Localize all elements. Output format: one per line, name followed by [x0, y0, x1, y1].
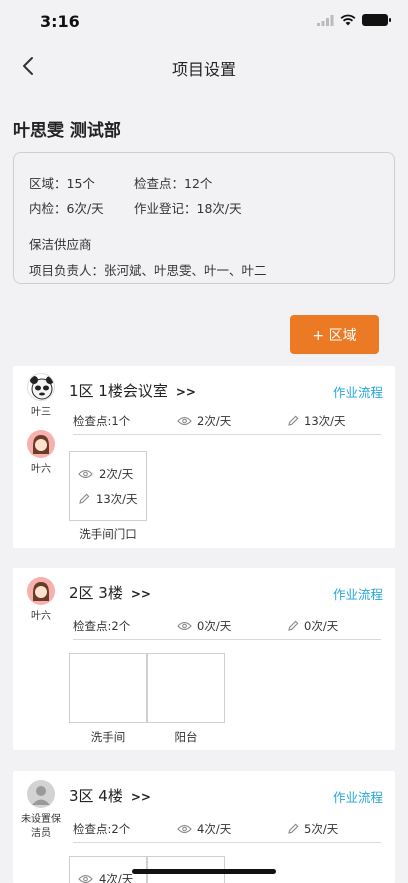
- checkpoint-views: 4次/天: [78, 871, 133, 883]
- zone-name: 2区 3楼: [69, 584, 123, 602]
- view-stat: 0次/天: [177, 618, 231, 634]
- zone-count: 区域：15个: [29, 176, 95, 191]
- checkpoint-name: 阳台: [174, 730, 198, 744]
- pencil-icon: [288, 620, 299, 631]
- zone-arrow: >>: [175, 385, 196, 399]
- checkpoint-tile[interactable]: [69, 653, 147, 723]
- zone-name: 3区 4楼: [69, 787, 123, 805]
- zone-title[interactable]: 3区 4楼 >>: [69, 785, 151, 806]
- eye-icon: [78, 469, 93, 479]
- avatar[interactable]: [27, 577, 55, 605]
- avatar[interactable]: [27, 780, 55, 808]
- view-stat: 4次/天: [177, 821, 231, 837]
- staff-name: 叶六: [31, 611, 51, 622]
- checkpoint-count: 检查点：12个: [134, 176, 213, 191]
- checkpoint-tile[interactable]: 2次/天 13次/天: [69, 451, 147, 521]
- eye-icon: [177, 824, 192, 834]
- project-info-panel: 区域：15个 检查点：12个 内检：6次/天 作业登记：18次/天 保洁供应商 …: [13, 152, 395, 284]
- page-title: 项目设置: [171, 60, 236, 79]
- zone-stats: 检查点:1个 2次/天 13次/天: [73, 413, 381, 435]
- work-registration-frequency: 作业登记：18次/天: [134, 201, 242, 216]
- checkpoint-stat: 检查点:1个: [73, 414, 131, 428]
- staff-name: 叶六: [31, 464, 51, 475]
- panda-avatar-icon: [30, 376, 54, 400]
- view-frequency: 4次/天: [197, 822, 232, 836]
- zone-stats: 检查点:2个 4次/天 5次/天: [73, 821, 381, 843]
- checkpoint-view-frequency: 2次/天: [99, 467, 134, 481]
- inspection-frequency: 内检：6次/天: [29, 201, 104, 216]
- status-time: 3:16: [40, 12, 80, 31]
- checkpoint-view-frequency: 4次/天: [99, 872, 134, 883]
- edit-frequency: 5次/天: [304, 822, 339, 836]
- home-indicator[interactable]: [132, 869, 276, 874]
- eye-icon: [78, 874, 93, 883]
- edit-frequency: 0次/天: [304, 619, 339, 633]
- edit-stat: 5次/天: [287, 821, 338, 837]
- checkpoint-stat: 检查点:2个: [73, 619, 131, 633]
- zone-stats: 检查点:2个 0次/天 0次/天: [73, 618, 381, 640]
- workflow-link[interactable]: 作业流程: [333, 382, 383, 401]
- zone-title[interactable]: 1区 1楼会议室 >>: [69, 380, 196, 401]
- view-frequency: 0次/天: [197, 619, 232, 633]
- checkpoint-edits: 13次/天: [78, 491, 138, 507]
- default-user-icon: [27, 780, 55, 808]
- staff-name: 叶三: [31, 407, 51, 418]
- pencil-icon: [79, 493, 90, 504]
- project-managers: 项目负责人：张河斌、叶思雯、叶一、叶二: [29, 263, 267, 278]
- girl-avatar-icon: [27, 430, 55, 458]
- zone-arrow: >>: [130, 790, 151, 804]
- status-icons: [317, 14, 391, 26]
- zone-card[interactable]: 叶六 2区 3楼 >> 作业流程 检查点:2个 0次/天 0次/天 洗手间 阳台: [13, 568, 395, 750]
- edit-frequency: 13次/天: [304, 414, 346, 428]
- pencil-icon: [288, 823, 299, 834]
- edit-stat: 13次/天: [287, 413, 346, 429]
- nav-bar: 项目设置: [0, 44, 408, 88]
- staff-name: 洁员: [31, 828, 51, 839]
- zone-card[interactable]: 叶三 叶六 1区 1楼会议室 >> 作业流程 检查点:1个 2次/天 13次/天 …: [13, 366, 395, 548]
- workflow-link[interactable]: 作业流程: [333, 787, 383, 806]
- view-frequency: 2次/天: [197, 414, 232, 428]
- battery-icon: [362, 14, 391, 26]
- zone-name: 1区 1楼会议室: [69, 382, 168, 400]
- project-title: 叶思雯 测试部: [13, 121, 121, 141]
- wifi-icon: [340, 14, 356, 26]
- view-stat: 2次/天: [177, 413, 231, 429]
- avatar[interactable]: [27, 430, 55, 458]
- pencil-icon: [288, 415, 299, 426]
- checkpoint-stat: 检查点:2个: [73, 822, 131, 836]
- checkpoint-tile[interactable]: [147, 653, 225, 723]
- cleaning-supplier: 保洁供应商: [29, 237, 92, 252]
- checkpoint-name: 洗手间: [90, 730, 126, 744]
- zone-title[interactable]: 2区 3楼 >>: [69, 582, 151, 603]
- checkpoint-edit-frequency: 13次/天: [96, 492, 138, 506]
- zone-arrow: >>: [130, 587, 151, 601]
- checkpoint-name: 洗手间门口: [79, 527, 137, 541]
- girl-avatar-icon: [27, 577, 55, 605]
- zone-card[interactable]: 未设置保 洁员 3区 4楼 >> 作业流程 检查点:2个 4次/天 5次/天 4次…: [13, 771, 395, 883]
- staff-name: 未设置保: [21, 814, 61, 825]
- eye-icon: [177, 621, 192, 631]
- status-bar: 3:16: [0, 0, 408, 44]
- edit-stat: 0次/天: [287, 618, 338, 634]
- signal-icon: [317, 14, 334, 26]
- workflow-link[interactable]: 作业流程: [333, 584, 383, 603]
- checkpoint-views: 2次/天: [78, 466, 133, 482]
- avatar[interactable]: [27, 373, 55, 401]
- eye-icon: [177, 416, 192, 426]
- add-zone-button[interactable]: + 区域: [290, 315, 379, 354]
